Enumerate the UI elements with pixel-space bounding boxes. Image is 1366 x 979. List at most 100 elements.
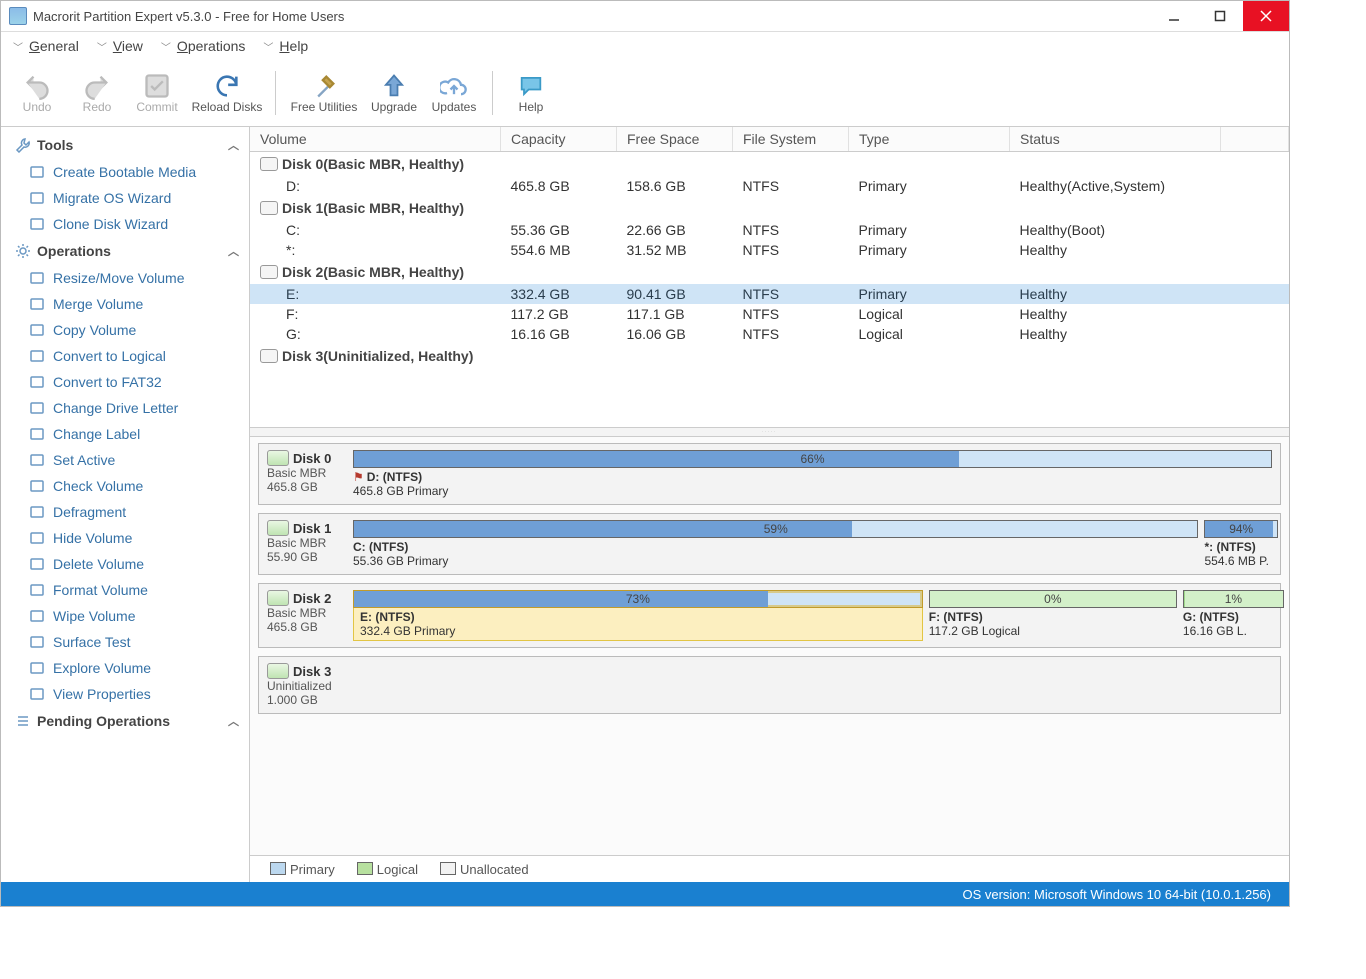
- disk-name: Disk 0: [293, 451, 331, 466]
- col-volume[interactable]: Volume: [250, 127, 501, 152]
- upgrade-button[interactable]: Upgrade: [364, 64, 424, 122]
- item-icon: [29, 400, 45, 416]
- sidebar-section-pending[interactable]: Pending Operations ︿: [1, 707, 249, 735]
- item-label: Surface Test: [53, 632, 131, 652]
- sidebar-item[interactable]: Explore Volume: [1, 655, 249, 681]
- volume-row[interactable]: D:465.8 GB158.6 GBNTFSPrimaryHealthy(Act…: [250, 176, 1289, 196]
- item-label: Hide Volume: [53, 528, 132, 548]
- sidebar-item[interactable]: Surface Test: [1, 629, 249, 655]
- partition[interactable]: 1%G: (NTFS)16.16 GB L.: [1183, 590, 1284, 641]
- maximize-button[interactable]: [1197, 1, 1243, 31]
- disk-label: Disk 0(Basic MBR, Healthy): [282, 156, 464, 172]
- sidebar[interactable]: Tools ︿ Create Bootable MediaMigrate OS …: [1, 127, 250, 882]
- menu-general[interactable]: ﹀General: [13, 38, 79, 54]
- volume-row[interactable]: E:332.4 GB90.41 GBNTFSPrimaryHealthy: [250, 284, 1289, 304]
- partition[interactable]: 94%*: (NTFS)554.6 MB P.: [1204, 520, 1278, 568]
- item-label: Set Active: [53, 450, 115, 470]
- sidebar-item[interactable]: View Properties: [1, 681, 249, 707]
- sidebar-item[interactable]: Merge Volume: [1, 291, 249, 317]
- disk-label: Disk 1(Basic MBR, Healthy): [282, 200, 464, 216]
- cell-type: Primary: [849, 220, 1010, 240]
- menu-operations[interactable]: ﹀Operations: [161, 38, 245, 54]
- splitter[interactable]: .....: [250, 427, 1289, 437]
- cell-status: Healthy: [1010, 284, 1221, 304]
- disk-card[interactable]: Disk 1Basic MBR55.90 GB59%C: (NTFS)55.36…: [258, 513, 1281, 575]
- app-icon: [9, 7, 27, 25]
- window-title: Macrorit Partition Expert v5.3.0 - Free …: [33, 9, 344, 24]
- commit-button[interactable]: Commit: [127, 64, 187, 122]
- sidebar-item[interactable]: Set Active: [1, 447, 249, 473]
- close-button[interactable]: [1243, 1, 1289, 31]
- item-icon: [29, 296, 45, 312]
- item-icon: [29, 374, 45, 390]
- col-type[interactable]: Type: [849, 127, 1010, 152]
- disk-row[interactable]: Disk 2(Basic MBR, Healthy): [250, 260, 1289, 284]
- sidebar-item[interactable]: Defragment: [1, 499, 249, 525]
- sidebar-item[interactable]: Hide Volume: [1, 525, 249, 551]
- col-status[interactable]: Status: [1010, 127, 1221, 152]
- disk-row[interactable]: Disk 3(Uninitialized, Healthy): [250, 344, 1289, 368]
- disk-card[interactable]: Disk 2Basic MBR465.8 GB73%E: (NTFS)332.4…: [258, 583, 1281, 648]
- disk-icon: [267, 450, 289, 466]
- volume-grid[interactable]: Volume Capacity Free Space File System T…: [250, 127, 1289, 427]
- sidebar-item[interactable]: Change Drive Letter: [1, 395, 249, 421]
- sidebar-item[interactable]: Convert to FAT32: [1, 369, 249, 395]
- redo-button[interactable]: Redo: [67, 64, 127, 122]
- cell-type: Primary: [849, 284, 1010, 304]
- sidebar-item[interactable]: Check Volume: [1, 473, 249, 499]
- disk-card[interactable]: Disk 0Basic MBR465.8 GB66%⚑D: (NTFS)465.…: [258, 443, 1281, 505]
- disk-row[interactable]: Disk 1(Basic MBR, Healthy): [250, 196, 1289, 220]
- disk-card[interactable]: Disk 3Uninitialized1.000 GB: [258, 656, 1281, 714]
- disk-info: Disk 0Basic MBR465.8 GB: [267, 450, 345, 498]
- cell-status: Healthy(Boot): [1010, 220, 1221, 240]
- menu-help[interactable]: ﹀Help: [263, 38, 308, 54]
- volume-row[interactable]: C:55.36 GB22.66 GBNTFSPrimaryHealthy(Boo…: [250, 220, 1289, 240]
- sidebar-item[interactable]: Convert to Logical: [1, 343, 249, 369]
- sidebar-item[interactable]: Delete Volume: [1, 551, 249, 577]
- sidebar-item[interactable]: Format Volume: [1, 577, 249, 603]
- disk-sub1: Basic MBR: [267, 466, 345, 480]
- minimize-button[interactable]: [1151, 1, 1197, 31]
- partition[interactable]: 0%F: (NTFS)117.2 GB Logical: [929, 590, 1177, 641]
- sidebar-item[interactable]: Create Bootable Media: [1, 159, 249, 185]
- sidebar-item[interactable]: Wipe Volume: [1, 603, 249, 629]
- menu-view[interactable]: ﹀View: [97, 38, 143, 54]
- volume-row[interactable]: G:16.16 GB16.06 GBNTFSLogicalHealthy: [250, 324, 1289, 344]
- col-free[interactable]: Free Space: [617, 127, 733, 152]
- cell-fs: NTFS: [733, 220, 849, 240]
- sidebar-item[interactable]: Copy Volume: [1, 317, 249, 343]
- partition[interactable]: 59%C: (NTFS)55.36 GB Primary: [353, 520, 1198, 568]
- sidebar-item[interactable]: Change Label: [1, 421, 249, 447]
- sidebar-item[interactable]: Migrate OS Wizard: [1, 185, 249, 211]
- sidebar-section-tools[interactable]: Tools ︿: [1, 131, 249, 159]
- sidebar-item[interactable]: Clone Disk Wizard: [1, 211, 249, 237]
- partition[interactable]: 73%E: (NTFS)332.4 GB Primary: [353, 590, 923, 641]
- free-utilities-button[interactable]: Free Utilities: [284, 64, 364, 122]
- toolbar: Undo Redo Commit Reload Disks Free Utili…: [1, 60, 1289, 127]
- cell-status: Healthy: [1010, 304, 1221, 324]
- reload-disks-button[interactable]: Reload Disks: [187, 64, 267, 122]
- col-capacity[interactable]: Capacity: [501, 127, 617, 152]
- partitions: 66%⚑D: (NTFS)465.8 GB Primary: [353, 450, 1272, 498]
- item-icon: [29, 608, 45, 624]
- sidebar-section-operations[interactable]: Operations ︿: [1, 237, 249, 265]
- volume-row[interactable]: *:554.6 MB31.52 MBNTFSPrimaryHealthy: [250, 240, 1289, 260]
- partition[interactable]: 66%⚑D: (NTFS)465.8 GB Primary: [353, 450, 1272, 498]
- help-button[interactable]: Help: [501, 64, 561, 122]
- disk-icon: [267, 590, 289, 606]
- updates-button[interactable]: Updates: [424, 64, 484, 122]
- disk-icon: [260, 265, 278, 279]
- sidebar-item[interactable]: Resize/Move Volume: [1, 265, 249, 291]
- chevron-up-icon: ︿: [228, 137, 239, 153]
- item-icon: [29, 556, 45, 572]
- undo-button[interactable]: Undo: [7, 64, 67, 122]
- usage-bar: 94%: [1204, 520, 1278, 538]
- legend-unallocated: Unallocated: [440, 862, 529, 877]
- partitions: [353, 663, 1272, 707]
- volume-row[interactable]: F:117.2 GB117.1 GBNTFSLogicalHealthy: [250, 304, 1289, 324]
- disk-map-view[interactable]: Disk 0Basic MBR465.8 GB66%⚑D: (NTFS)465.…: [250, 437, 1289, 855]
- disk-row[interactable]: Disk 0(Basic MBR, Healthy): [250, 152, 1289, 177]
- col-fs[interactable]: File System: [733, 127, 849, 152]
- item-label: Change Drive Letter: [53, 398, 178, 418]
- usage-bar: 0%: [929, 590, 1177, 608]
